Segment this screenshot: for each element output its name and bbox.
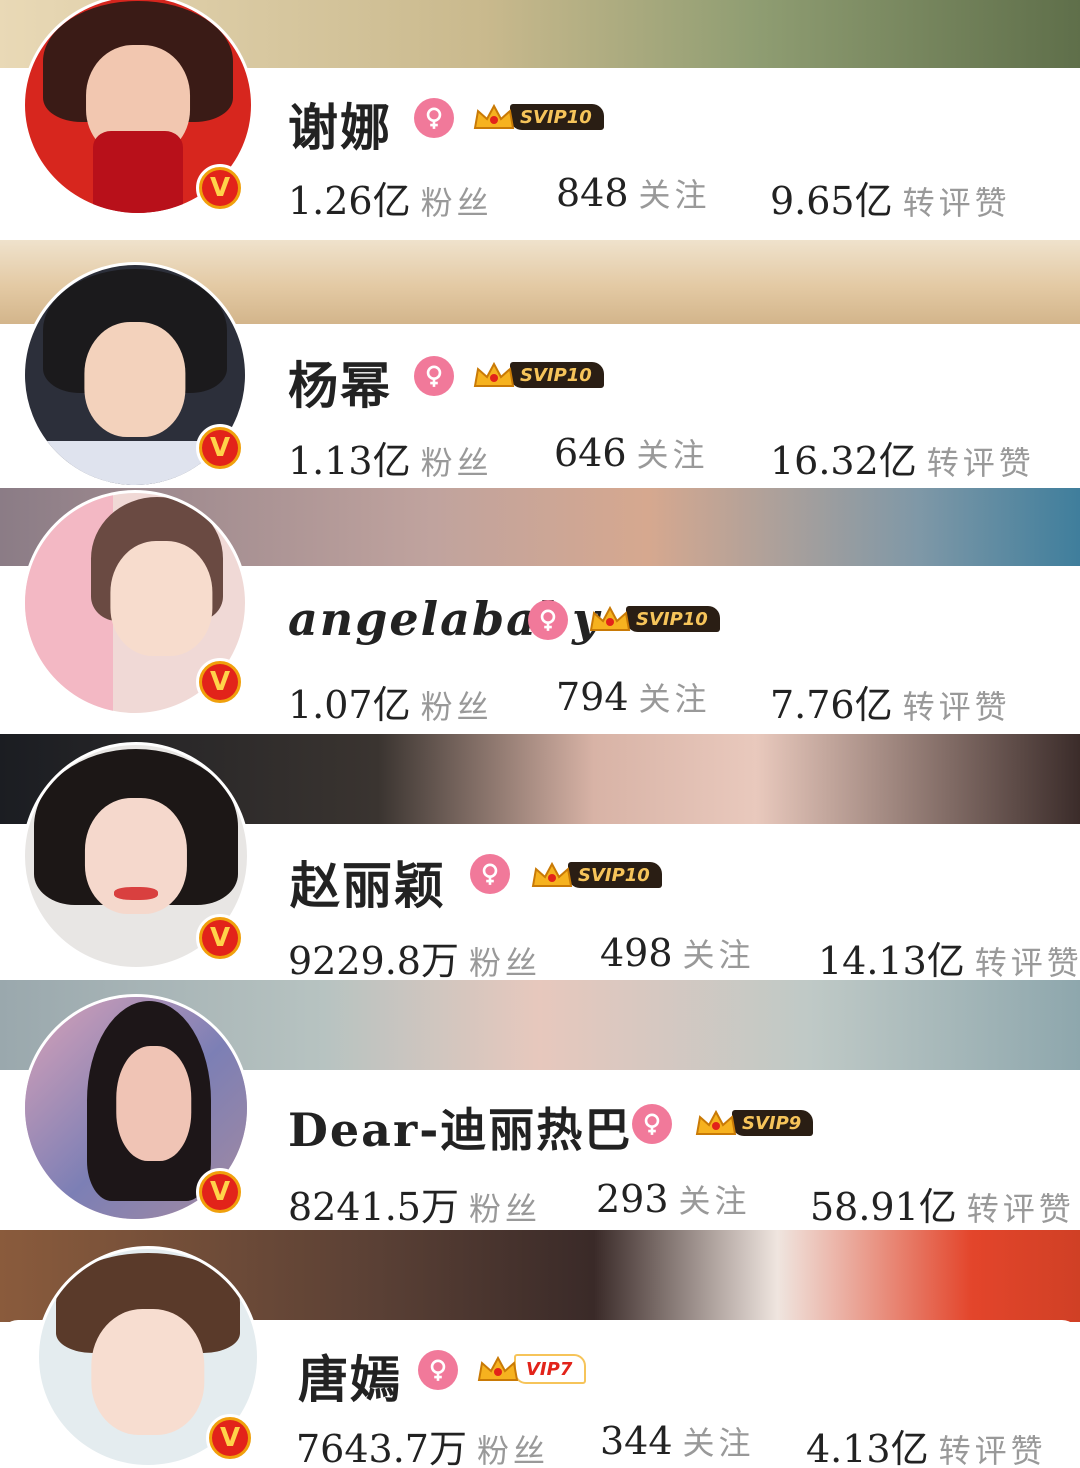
- crown-icon: [588, 604, 632, 634]
- follow-count[interactable]: 344 关注: [600, 1418, 755, 1464]
- verified-v-icon: V: [196, 658, 244, 706]
- vip-badge[interactable]: SVIP10: [472, 102, 604, 132]
- profile-name[interactable]: 谢娜: [288, 88, 392, 160]
- vip-badge[interactable]: SVIP10: [530, 860, 662, 890]
- likes-count[interactable]: 14.13亿 转评赞: [818, 930, 1080, 980]
- crown-icon: [694, 1108, 738, 1138]
- verified-v-icon: V: [196, 424, 244, 472]
- profile-card[interactable]: V 杨幂 SVIP10 1.13亿 粉丝 646 关注 16.32亿 转评赞: [0, 240, 1080, 488]
- vip-badge[interactable]: SVIP10: [472, 360, 604, 390]
- vip-badge[interactable]: SVIP10: [588, 604, 720, 634]
- follow-count[interactable]: 794 关注: [556, 674, 711, 720]
- profile-name[interactable]: 唐嫣: [298, 1340, 402, 1412]
- female-icon: [528, 600, 568, 640]
- vip-badge[interactable]: SVIP9: [694, 1108, 814, 1138]
- likes-count[interactable]: 7.76亿 转评赞: [770, 674, 1011, 729]
- fans-count[interactable]: 9229.8万 粉丝: [288, 930, 541, 980]
- crown-icon: [472, 102, 516, 132]
- vip-badge[interactable]: VIP7: [476, 1354, 587, 1384]
- fans-count[interactable]: 1.07亿 粉丝: [288, 674, 493, 729]
- fans-count[interactable]: 7643.7万 粉丝: [296, 1418, 549, 1468]
- female-icon: [414, 356, 454, 396]
- profile-name[interactable]: Dear-迪丽热巴: [288, 1094, 632, 1160]
- follow-count[interactable]: 848 关注: [556, 170, 711, 216]
- likes-count[interactable]: 4.13亿 转评赞: [806, 1418, 1047, 1468]
- verified-v-icon: V: [196, 164, 244, 212]
- verified-v-icon: V: [196, 1168, 244, 1216]
- female-icon: [470, 854, 510, 894]
- profile-name[interactable]: 赵丽颖: [290, 846, 446, 918]
- female-icon: [414, 98, 454, 138]
- crown-icon: [530, 860, 574, 890]
- likes-count[interactable]: 16.32亿 转评赞: [770, 430, 1035, 485]
- vip-level: SVIP10: [510, 104, 604, 130]
- vip-level: VIP7: [514, 1354, 587, 1384]
- female-icon: [418, 1350, 458, 1390]
- female-icon: [632, 1104, 672, 1144]
- profile-card[interactable]: V 谢娜 SVIP10 1.26亿 粉丝 848 关注 9.65亿 转评赞: [0, 0, 1080, 240]
- crown-icon: [472, 360, 516, 390]
- profile-card[interactable]: V Dear-迪丽热巴 SVIP9 8241.5万 粉丝 293 关注 58.91亿…: [0, 980, 1080, 1230]
- fans-count[interactable]: 1.26亿 粉丝: [288, 170, 493, 225]
- crown-icon: [476, 1354, 520, 1384]
- profile-card[interactable]: V angelababy SVIP10 1.07亿 粉丝 794 关注 7.76亿转…: [0, 488, 1080, 734]
- profile-name[interactable]: 杨幂: [288, 346, 392, 418]
- follow-count[interactable]: 646 关注: [554, 430, 709, 476]
- vip-level: SVIP9: [732, 1110, 814, 1136]
- fans-count[interactable]: 1.13亿 粉丝: [288, 430, 493, 485]
- likes-count[interactable]: 9.65亿 转评赞: [770, 170, 1011, 225]
- follow-count[interactable]: 498 关注: [600, 930, 755, 976]
- likes-count[interactable]: 58.91亿 转评赞: [810, 1176, 1075, 1230]
- fans-count[interactable]: 8241.5万 粉丝: [288, 1176, 541, 1230]
- vip-level: SVIP10: [626, 606, 720, 632]
- profile-card[interactable]: V 唐嫣 VIP7 7643.7万 粉丝 344 关注 4.13亿 转评赞: [0, 1230, 1080, 1468]
- verified-v-icon: V: [196, 914, 244, 962]
- verified-v-icon: V: [206, 1414, 254, 1462]
- follow-count[interactable]: 293 关注: [596, 1176, 751, 1222]
- profile-card[interactable]: V 赵丽颖 SVIP10 9229.8万 粉丝 498 关注 14.13亿 转评赞: [0, 734, 1080, 980]
- vip-level: SVIP10: [568, 862, 662, 888]
- vip-level: SVIP10: [510, 362, 604, 388]
